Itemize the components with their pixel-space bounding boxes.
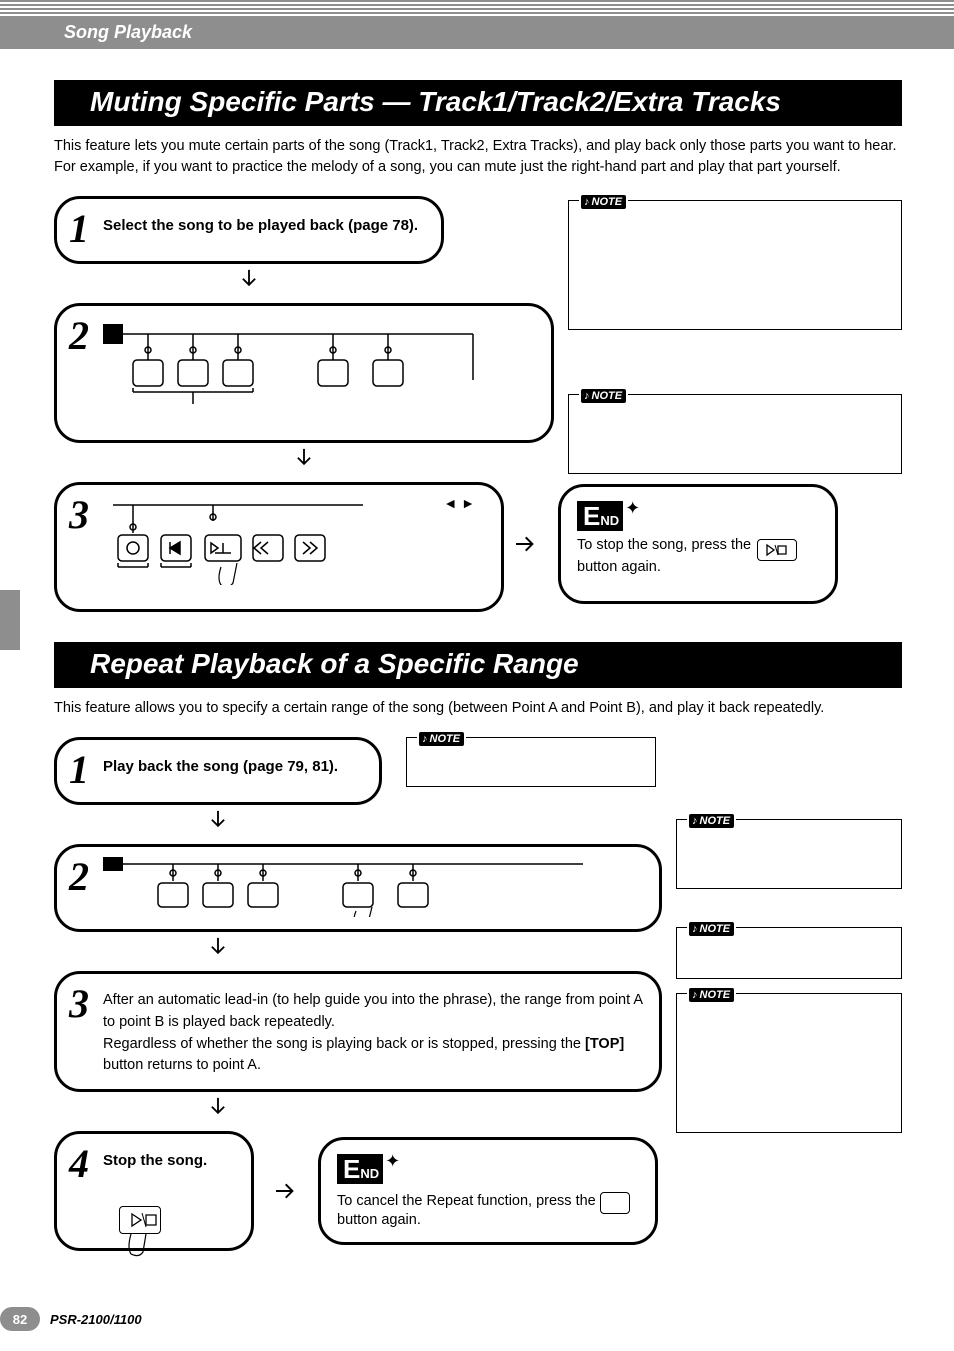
note-box: NOTE — [676, 993, 902, 1133]
note-label-icon: NOTE — [579, 386, 628, 404]
flow-arrow-down-icon — [54, 268, 444, 295]
note-box: NOTE — [676, 927, 902, 979]
flow-arrow-down-icon — [54, 809, 382, 836]
pointing-hand-icon — [354, 907, 372, 917]
header-section: Song Playback — [0, 16, 954, 49]
end-text-2: button again. — [577, 559, 661, 575]
transport-buttons-panel — [103, 495, 463, 585]
star-icon: ✦ — [625, 498, 640, 519]
repeat-step-3: 3 After an automatic lead-in (to help gu… — [54, 971, 662, 1092]
flow-arrow-down-icon — [54, 936, 382, 963]
star-icon: ✦ — [385, 1151, 400, 1172]
track-buttons-panel — [103, 316, 513, 416]
end-text-2: button again. — [337, 1212, 421, 1228]
play-stop-button-icon — [757, 539, 797, 561]
flow-arrow-down-icon — [54, 447, 554, 474]
step-number: 2 — [69, 857, 89, 897]
step-number: 4 — [69, 1144, 89, 1184]
repeat-intro: This feature allows you to specify a cer… — [54, 698, 902, 719]
note-box: NOTE — [676, 819, 902, 889]
note-label-icon: NOTE — [687, 919, 736, 937]
note-box: NOTE — [406, 737, 656, 787]
repeat-button-icon — [600, 1192, 630, 1214]
muting-intro: This feature lets you mute certain parts… — [54, 136, 902, 178]
page-edge-tab — [0, 590, 20, 650]
pointing-hand-icon — [219, 563, 237, 585]
step-number: 1 — [69, 209, 89, 249]
end-text: To stop the song, press the — [577, 537, 751, 553]
step-number: 3 — [69, 495, 89, 535]
flow-arrow-right-icon — [272, 1179, 300, 1203]
step-text: Stop the song. — [103, 1144, 207, 1184]
end-text: To cancel the Repeat function, press the — [337, 1193, 600, 1209]
end-title: END✦ — [577, 501, 819, 531]
model-name: PSR-2100/1100 — [50, 1312, 142, 1327]
muting-end-box: END✦ To stop the song, press the button … — [558, 484, 838, 604]
muting-step-2: 2 — [54, 303, 554, 443]
step-3-text: After an automatic lead-in (to help guid… — [103, 984, 643, 1077]
repeat-step-2: 2 — [54, 844, 662, 932]
note-label-icon: NOTE — [687, 811, 736, 829]
muting-step-1: 1 Select the song to be played back (pag… — [54, 196, 444, 264]
step-number: 3 — [69, 984, 89, 1024]
step-number: 2 — [69, 316, 89, 356]
step-number: 1 — [69, 750, 89, 790]
play-stop-button-icon — [119, 1206, 161, 1234]
pointing-hand-icon — [119, 1232, 161, 1263]
note-box: NOTE — [568, 394, 902, 474]
note-label-icon: NOTE — [417, 729, 466, 747]
muting-step-3: 3 ◄ ► — [54, 482, 504, 612]
flow-arrow-right-icon — [512, 532, 540, 556]
muting-title: Muting Specific Parts — Track1/Track2/Ex… — [54, 80, 902, 126]
note-label-icon: NOTE — [579, 192, 628, 210]
repeat-step-1: 1 Play back the song (page 79, 81). — [54, 737, 382, 805]
page-footer: 82 PSR-2100/1100 — [0, 1307, 142, 1331]
rew-ff-icons: ◄ ► — [443, 495, 475, 511]
step-text: Select the song to be played back (page … — [103, 209, 418, 234]
note-box: NOTE — [568, 200, 902, 330]
page-number: 82 — [0, 1307, 40, 1331]
flow-arrow-down-icon — [54, 1096, 382, 1123]
repeat-title: Repeat Playback of a Specific Range — [54, 642, 902, 688]
repeat-buttons-panel — [103, 857, 623, 917]
end-title: END✦ — [337, 1154, 639, 1184]
step-text: Play back the song (page 79, 81). — [103, 750, 338, 775]
page-header: Song Playback — [0, 0, 954, 49]
repeat-step-4: 4 Stop the song. — [54, 1131, 254, 1251]
repeat-end-box: END✦ To cancel the Repeat function, pres… — [318, 1137, 658, 1245]
note-label-icon: NOTE — [687, 985, 736, 1003]
